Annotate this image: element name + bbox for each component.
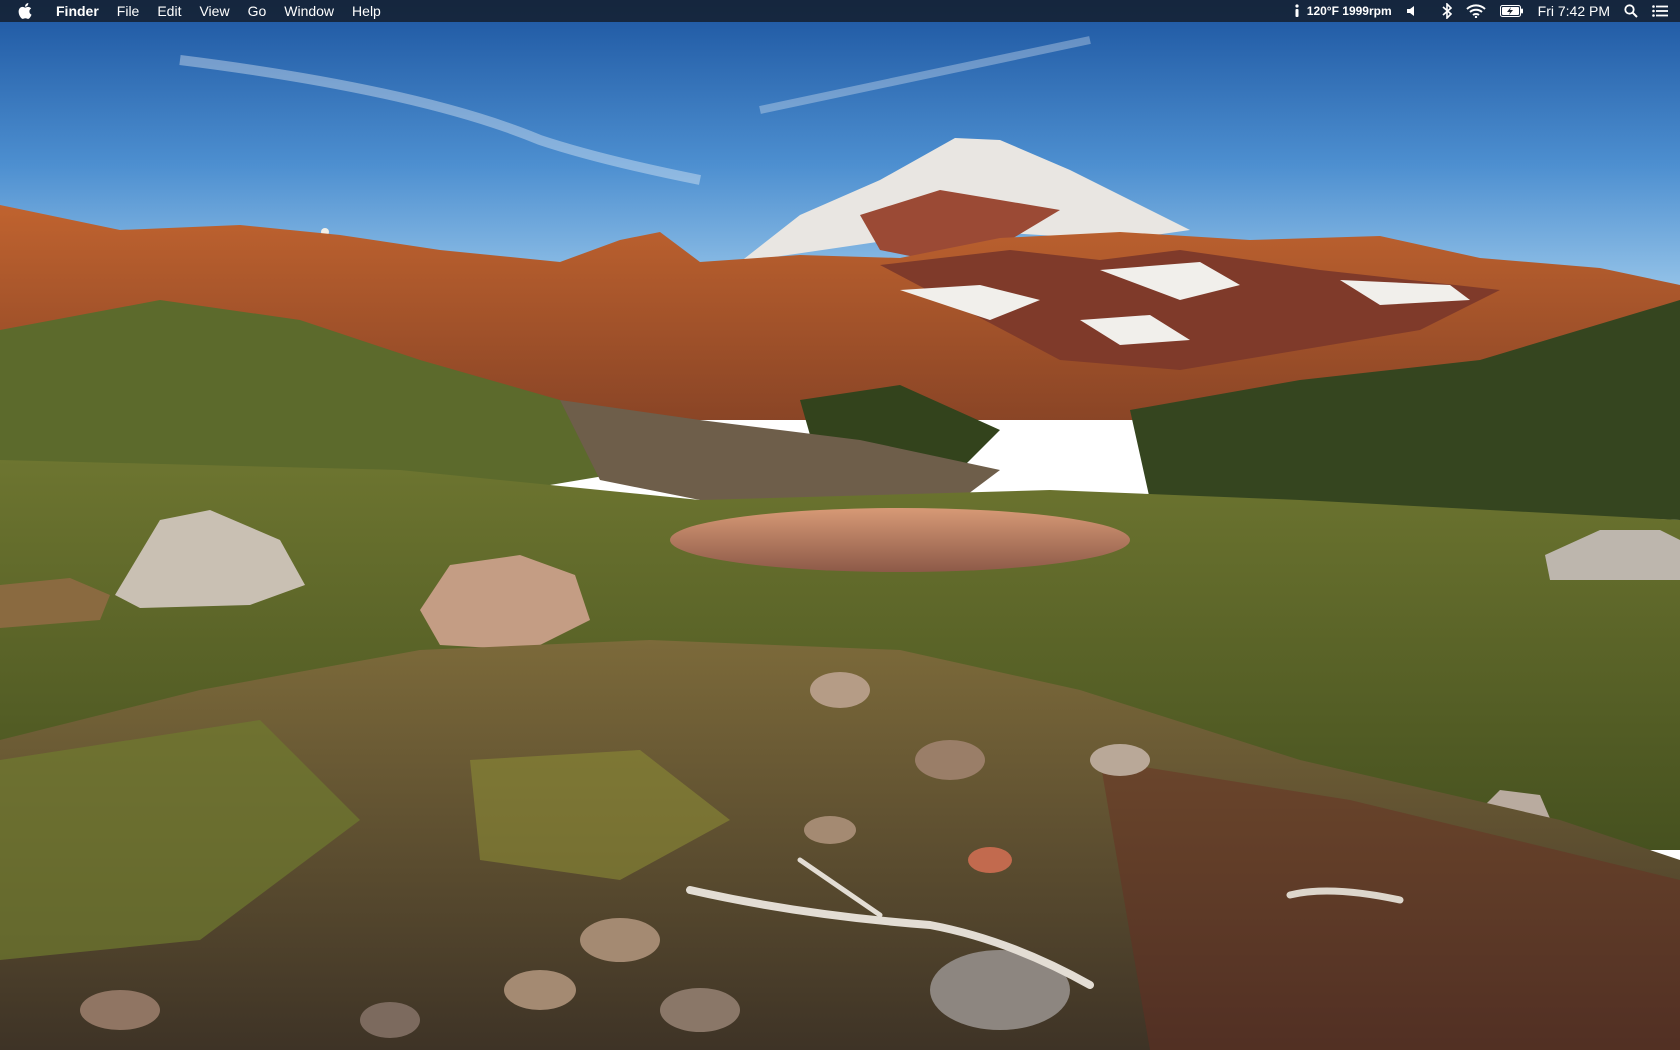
sensor-status-item[interactable]: 120°F 1999rpm	[1293, 0, 1392, 22]
wifi-icon[interactable]	[1465, 4, 1486, 18]
menu-file[interactable]: File	[117, 0, 140, 22]
menu-window[interactable]: Window	[284, 0, 334, 22]
notification-center-icon[interactable]	[1652, 5, 1668, 17]
apple-logo-icon[interactable]	[18, 2, 36, 20]
info-icon	[1293, 4, 1301, 18]
menu-help[interactable]: Help	[352, 0, 381, 22]
menu-bar: Finder File Edit View Go Window Help 120…	[0, 0, 1680, 22]
bluetooth-icon[interactable]	[1442, 3, 1452, 19]
volume-icon[interactable]	[1406, 4, 1420, 18]
desktop[interactable]: Finder File Edit View Go Window Help 120…	[0, 0, 1680, 1050]
battery-charging-icon[interactable]	[1499, 5, 1524, 17]
spotlight-search-icon[interactable]	[1624, 4, 1638, 18]
menu-go[interactable]: Go	[248, 0, 267, 22]
sensor-readout: 120°F 1999rpm	[1306, 4, 1392, 18]
desktop-wallpaper	[0, 0, 1680, 1050]
menu-view[interactable]: View	[199, 0, 229, 22]
menu-app-name[interactable]: Finder	[56, 0, 99, 22]
menu-edit[interactable]: Edit	[157, 0, 181, 22]
menu-bar-clock[interactable]: Fri 7:42 PM	[1538, 0, 1610, 22]
